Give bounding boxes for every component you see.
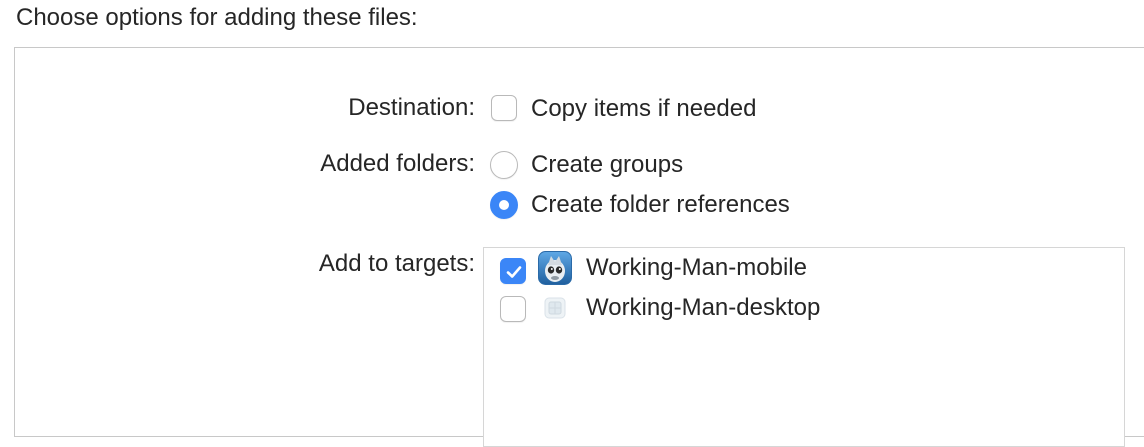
create-groups-radio[interactable] bbox=[490, 151, 518, 179]
mobile-app-icon bbox=[538, 251, 572, 285]
add-to-targets-label: Add to targets: bbox=[318, 250, 475, 277]
desktop-app-icon bbox=[538, 291, 572, 325]
target-row-desktop[interactable]: Working-Man-desktop bbox=[484, 288, 1124, 328]
create-groups-label[interactable]: Create groups bbox=[531, 149, 683, 181]
added-folders-label: Added folders: bbox=[320, 150, 475, 177]
target-mobile-checkbox[interactable] bbox=[500, 258, 526, 284]
options-panel: Destination: Copy items if needed Added … bbox=[14, 47, 1144, 447]
target-row-mobile[interactable]: Working-Man-mobile bbox=[484, 248, 1124, 288]
target-desktop-checkbox[interactable] bbox=[500, 296, 526, 322]
create-folder-references-label[interactable]: Create folder references bbox=[531, 189, 790, 221]
copy-items-checkbox[interactable] bbox=[491, 95, 517, 121]
dialog-title: Choose options for adding these files: bbox=[16, 4, 418, 31]
target-mobile-name[interactable]: Working-Man-mobile bbox=[586, 252, 807, 284]
create-folder-references-radio[interactable] bbox=[490, 191, 518, 219]
destination-label: Destination: bbox=[348, 94, 475, 121]
checkmark-icon bbox=[506, 266, 522, 278]
targets-list[interactable]: Working-Man-mobile Working-Man-desktop bbox=[483, 247, 1125, 447]
copy-items-label[interactable]: Copy items if needed bbox=[531, 93, 756, 125]
target-desktop-name[interactable]: Working-Man-desktop bbox=[586, 292, 820, 324]
